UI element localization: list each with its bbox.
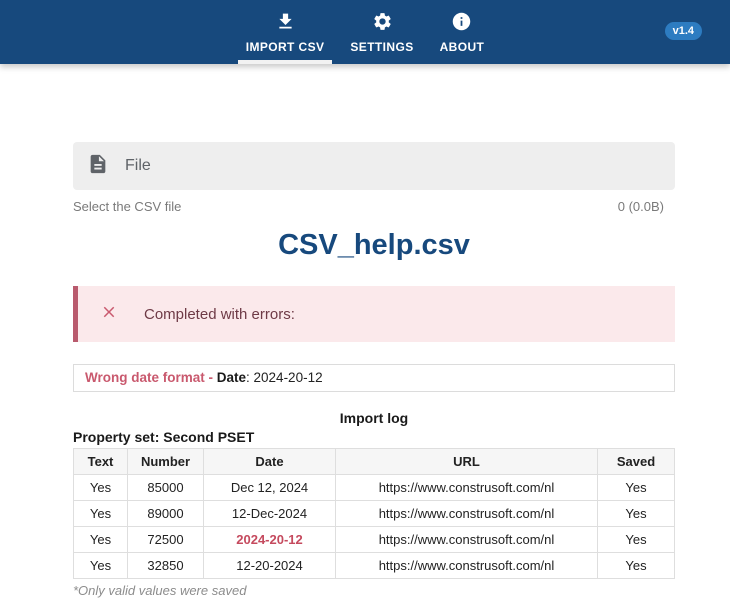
app-header: IMPORT CSV SETTINGS ABOUT v1.4 xyxy=(0,0,730,64)
cell-number: 72500 xyxy=(127,526,204,553)
col-header-saved: Saved xyxy=(597,448,675,475)
error-field-value: : 2024-20-12 xyxy=(246,370,323,385)
error-x-icon xyxy=(100,303,118,326)
cell-saved: Yes xyxy=(597,552,675,579)
cell-date: 12-20-2024 xyxy=(203,552,336,579)
table-row: Yes 32850 12-20-2024 https://www.constru… xyxy=(73,552,675,579)
main-content: File Select the CSV file 0 (0.0B) CSV_he… xyxy=(73,142,675,598)
nav-about-label: ABOUT xyxy=(439,40,485,54)
file-size-counter: 0 (0.0B) xyxy=(617,199,664,214)
property-set-title: Property set: Second PSET xyxy=(73,429,255,445)
file-select-hint: Select the CSV file xyxy=(73,199,182,214)
cell-text: Yes xyxy=(73,500,128,527)
table-row: Yes 85000 Dec 12, 2024 https://www.const… xyxy=(73,474,675,501)
file-icon xyxy=(87,153,109,180)
nav-settings-label: SETTINGS xyxy=(350,40,414,54)
main-nav: IMPORT CSV SETTINGS ABOUT xyxy=(237,0,493,64)
cell-url: https://www.construsoft.com/nl xyxy=(335,500,598,527)
cell-saved: Yes xyxy=(597,526,675,553)
cell-text: Yes xyxy=(73,552,128,579)
cell-number: 89000 xyxy=(127,500,204,527)
cell-saved: Yes xyxy=(597,500,675,527)
cell-url: https://www.construsoft.com/nl xyxy=(335,526,598,553)
table-header-row: Text Number Date URL Saved xyxy=(73,448,675,475)
table-body: Yes 85000 Dec 12, 2024 https://www.const… xyxy=(73,474,675,579)
cell-text: Yes xyxy=(73,474,128,501)
nav-about[interactable]: ABOUT xyxy=(432,0,493,64)
nav-import-csv[interactable]: IMPORT CSV xyxy=(237,0,333,64)
cell-number: 85000 xyxy=(127,474,204,501)
error-detail-box: Wrong date format - Date: 2024-20-12 xyxy=(73,364,675,392)
table-row: Yes 89000 12-Dec-2024 https://www.constr… xyxy=(73,500,675,527)
error-alert: Completed with errors: xyxy=(73,286,675,342)
file-info-row: Select the CSV file 0 (0.0B) xyxy=(73,199,675,214)
cell-url: https://www.construsoft.com/nl xyxy=(335,474,598,501)
gear-icon xyxy=(372,11,393,37)
table-footnote: *Only valid values were saved xyxy=(73,583,247,598)
nav-settings[interactable]: SETTINGS xyxy=(342,0,421,64)
table-row: Yes 72500 2024-20-12 https://www.constru… xyxy=(73,526,675,553)
version-badge: v1.4 xyxy=(664,22,702,40)
info-icon xyxy=(451,11,472,37)
imported-filename: CSV_help.csv xyxy=(278,229,470,261)
cell-url: https://www.construsoft.com/nl xyxy=(335,552,598,579)
nav-import-csv-label: IMPORT CSV xyxy=(245,40,325,54)
col-header-text: Text xyxy=(73,448,128,475)
import-log-table: Text Number Date URL Saved Yes 85000 Dec… xyxy=(73,448,675,579)
table-header: Text Number Date URL Saved xyxy=(73,448,675,475)
col-header-url: URL xyxy=(335,448,598,475)
cell-date-invalid: 2024-20-12 xyxy=(203,526,336,553)
cell-date: 12-Dec-2024 xyxy=(203,500,336,527)
download-icon xyxy=(275,11,296,37)
cell-text: Yes xyxy=(73,526,128,553)
error-field-label: Date xyxy=(216,370,247,385)
cell-date: Dec 12, 2024 xyxy=(203,474,336,501)
error-kind-label: Wrong date format - xyxy=(85,370,217,385)
import-log-title: Import log xyxy=(339,410,409,426)
col-header-number: Number xyxy=(127,448,204,475)
file-section-title: File xyxy=(125,157,151,174)
file-section-header[interactable]: File xyxy=(73,142,675,190)
cell-number: 32850 xyxy=(127,552,204,579)
cell-saved: Yes xyxy=(597,474,675,501)
col-header-date: Date xyxy=(203,448,336,475)
error-alert-message: Completed with errors: xyxy=(144,305,295,323)
